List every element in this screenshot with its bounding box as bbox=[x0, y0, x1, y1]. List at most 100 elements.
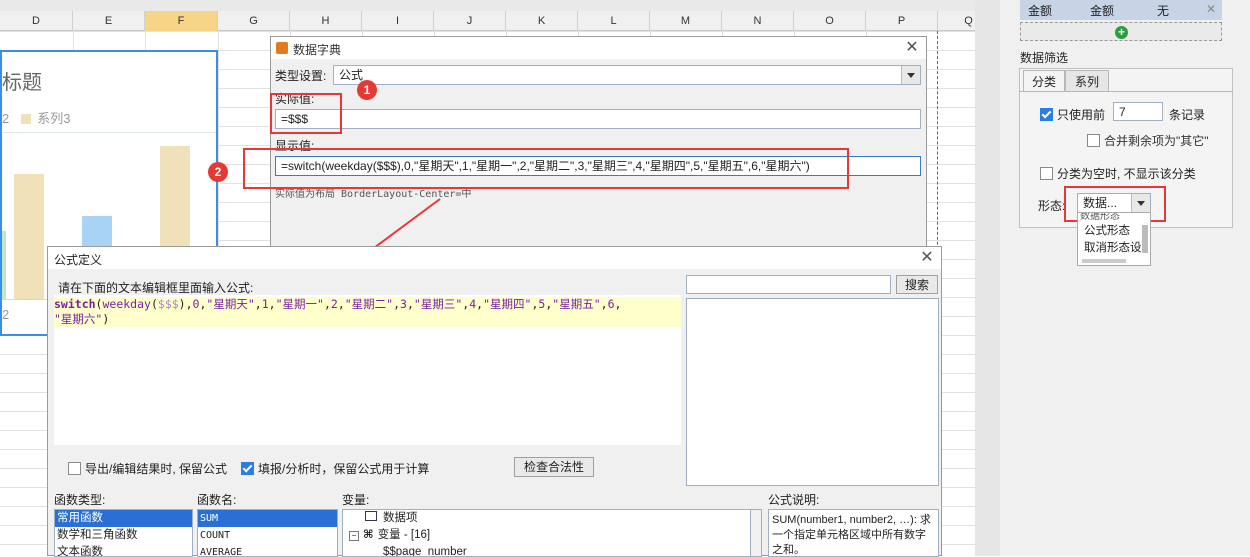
dialog-title: 公式定义 bbox=[54, 253, 103, 267]
type-setting-label: 类型设置: bbox=[275, 69, 327, 83]
actual-value-input[interactable]: =$$$ bbox=[275, 109, 921, 129]
column-header-n[interactable]: N bbox=[722, 11, 794, 31]
column-header-g[interactable]: G bbox=[218, 11, 290, 31]
empty-hide-label: 分类为空时, 不显示该分类 bbox=[1057, 167, 1196, 181]
column-header-l[interactable]: L bbox=[578, 11, 650, 31]
close-icon[interactable]: ✕ bbox=[1206, 2, 1216, 16]
dropdown-item[interactable]: 公式形态 bbox=[1078, 223, 1150, 240]
list-item[interactable]: SUM bbox=[198, 510, 337, 527]
column-header-h[interactable]: H bbox=[290, 11, 362, 31]
sheet-right-margin bbox=[975, 0, 1000, 556]
tree-item[interactable]: $$page_number bbox=[343, 544, 761, 556]
column-header-f[interactable]: F bbox=[145, 11, 218, 31]
collapse-icon[interactable]: − bbox=[349, 531, 359, 541]
merge-label: 合并剩余项为"其它" bbox=[1104, 134, 1209, 148]
function-type-list[interactable]: 常用函数 数学和三角函数 文本函数 bbox=[54, 509, 193, 557]
checkbox[interactable] bbox=[1040, 167, 1053, 180]
scrollbar-thumb[interactable] bbox=[1142, 225, 1148, 253]
function-type-label: 函数类型: bbox=[54, 493, 106, 507]
column-header-row: D E F G H I J K L M N O P Q bbox=[0, 11, 1000, 31]
records-label: 条记录 bbox=[1169, 108, 1206, 122]
close-icon[interactable]: ✕ bbox=[903, 39, 921, 57]
type-select[interactable]: 公式 bbox=[333, 65, 921, 85]
empty-hide-option[interactable]: 分类为空时, 不显示该分类 bbox=[1040, 165, 1196, 182]
only-use-option[interactable]: 只使用前 bbox=[1040, 106, 1105, 123]
legend-swatch bbox=[21, 114, 32, 124]
formula-description-label: 公式说明: bbox=[768, 493, 820, 507]
search-results-list[interactable] bbox=[686, 298, 939, 486]
column-header-i[interactable]: I bbox=[362, 11, 434, 31]
only-use-label: 只使用前 bbox=[1057, 108, 1106, 122]
column-header-e[interactable]: E bbox=[73, 11, 145, 31]
column-header-k[interactable]: K bbox=[506, 11, 578, 31]
dropdown-item[interactable]: 数据形态 bbox=[1078, 213, 1150, 223]
list-item[interactable]: AVERAGE bbox=[198, 544, 337, 556]
tree-item[interactable]: 数据项 bbox=[343, 510, 761, 527]
checkbox-checked[interactable] bbox=[241, 462, 254, 475]
chart-legend: 2 系列3 bbox=[2, 108, 70, 127]
record-count-input[interactable]: 7 bbox=[1113, 102, 1163, 121]
search-button[interactable]: 搜索 bbox=[896, 275, 938, 294]
list-item[interactable]: COUNT bbox=[198, 527, 337, 544]
chart-axis-label: 2 bbox=[2, 307, 10, 322]
chart-bar bbox=[2, 231, 6, 299]
plus-icon: + bbox=[1115, 26, 1128, 39]
formula-editor[interactable]: switch(weekday($$$),0,"星期天",1,"星期一",2,"星… bbox=[54, 295, 681, 445]
annotation-badge-1: 1 bbox=[357, 80, 377, 100]
column-header-o[interactable]: O bbox=[794, 11, 866, 31]
column-header-d[interactable]: D bbox=[0, 11, 73, 31]
formula-definition-dialog[interactable]: 公式定义 ✕ 请在下面的文本编辑框里面输入公式: switch(weekday(… bbox=[47, 246, 942, 557]
dropdown-item[interactable]: 取消形态设 bbox=[1078, 240, 1150, 257]
dialog-titlebar[interactable]: 公式定义 ✕ bbox=[48, 247, 941, 269]
tree-item-label: 数据项 bbox=[383, 512, 418, 524]
column-header-j[interactable]: J bbox=[434, 11, 506, 31]
list-item[interactable]: 数学和三角函数 bbox=[55, 527, 192, 544]
list-item[interactable]: 文本函数 bbox=[55, 544, 192, 556]
check-validity-button[interactable]: 检查合法性 bbox=[514, 457, 594, 477]
checkbox-checked[interactable] bbox=[1040, 108, 1053, 121]
scrollbar[interactable] bbox=[750, 509, 762, 557]
type-select-value: 公式 bbox=[339, 68, 364, 82]
toolbar-strip bbox=[0, 0, 1000, 11]
merge-option[interactable]: 合并剩余项为"其它" bbox=[1087, 132, 1209, 149]
java-app-icon bbox=[276, 42, 288, 54]
variable-tree[interactable]: 数据项 − ⌘ 变量 - [16] $$page_number bbox=[342, 509, 762, 557]
legend-prefix: 2 bbox=[2, 111, 10, 126]
add-field-button[interactable]: + bbox=[1020, 22, 1222, 41]
list-item[interactable]: 常用函数 bbox=[55, 510, 192, 527]
checkbox[interactable] bbox=[1087, 134, 1100, 147]
column-header: 金额 bbox=[1028, 4, 1053, 18]
chart-gridline bbox=[2, 132, 216, 133]
annotation-box bbox=[243, 148, 849, 189]
properties-panel[interactable]: 金额 金额 无 ✕ + 数据筛选 分类 系列 只使用前 7 条记录 合并剩余项为… bbox=[1000, 0, 1250, 556]
variable-label: 变量: bbox=[342, 493, 370, 507]
column-header-m[interactable]: M bbox=[650, 11, 722, 31]
keep-export-option[interactable]: 导出/编辑结果时, 保留公式 bbox=[68, 460, 227, 477]
function-name-list[interactable]: SUM COUNT AVERAGE bbox=[197, 509, 338, 557]
column-header-p[interactable]: P bbox=[866, 11, 938, 31]
dialog-title: 数据字典 bbox=[293, 43, 342, 57]
formula-code[interactable]: switch(weekday($$$),0,"星期天",1,"星期一",2,"星… bbox=[54, 297, 621, 327]
checkbox[interactable] bbox=[68, 462, 81, 475]
instruction-text: 请在下面的文本编辑框里面输入公式: bbox=[58, 281, 254, 295]
keep-fill-option[interactable]: 填报/分析时，保留公式用于计算 bbox=[241, 460, 429, 477]
tree-item[interactable]: − ⌘ 变量 - [16] bbox=[343, 527, 761, 544]
chart-title: 标题 bbox=[2, 72, 42, 94]
search-input[interactable] bbox=[686, 275, 891, 294]
annotation-box bbox=[270, 93, 342, 134]
keep-export-label: 导出/编辑结果时, 保留公式 bbox=[85, 462, 228, 476]
tab-divider bbox=[1019, 91, 1233, 92]
close-icon[interactable]: ✕ bbox=[918, 249, 936, 267]
scrollbar-thumb[interactable] bbox=[1082, 259, 1126, 263]
shape-label: 形态: bbox=[1038, 199, 1066, 213]
variable-icon: ⌘ bbox=[363, 529, 374, 541]
shape-dropdown-list[interactable]: 数据形态 公式形态 取消形态设 bbox=[1077, 212, 1151, 266]
chevron-down-icon[interactable] bbox=[901, 66, 920, 84]
data-filter-title: 数据筛选 bbox=[1020, 51, 1069, 65]
formula-description: SUM(number1, number2, …): 求一个指定单元格区域中所有数… bbox=[768, 509, 939, 557]
keep-fill-label: 填报/分析时，保留公式用于计算 bbox=[258, 462, 430, 476]
tab-category[interactable]: 分类 bbox=[1023, 70, 1065, 92]
annotation-badge-2: 2 bbox=[208, 162, 228, 182]
dialog-titlebar[interactable]: 数据字典 ✕ bbox=[271, 37, 926, 59]
tab-series[interactable]: 系列 bbox=[1065, 70, 1109, 92]
